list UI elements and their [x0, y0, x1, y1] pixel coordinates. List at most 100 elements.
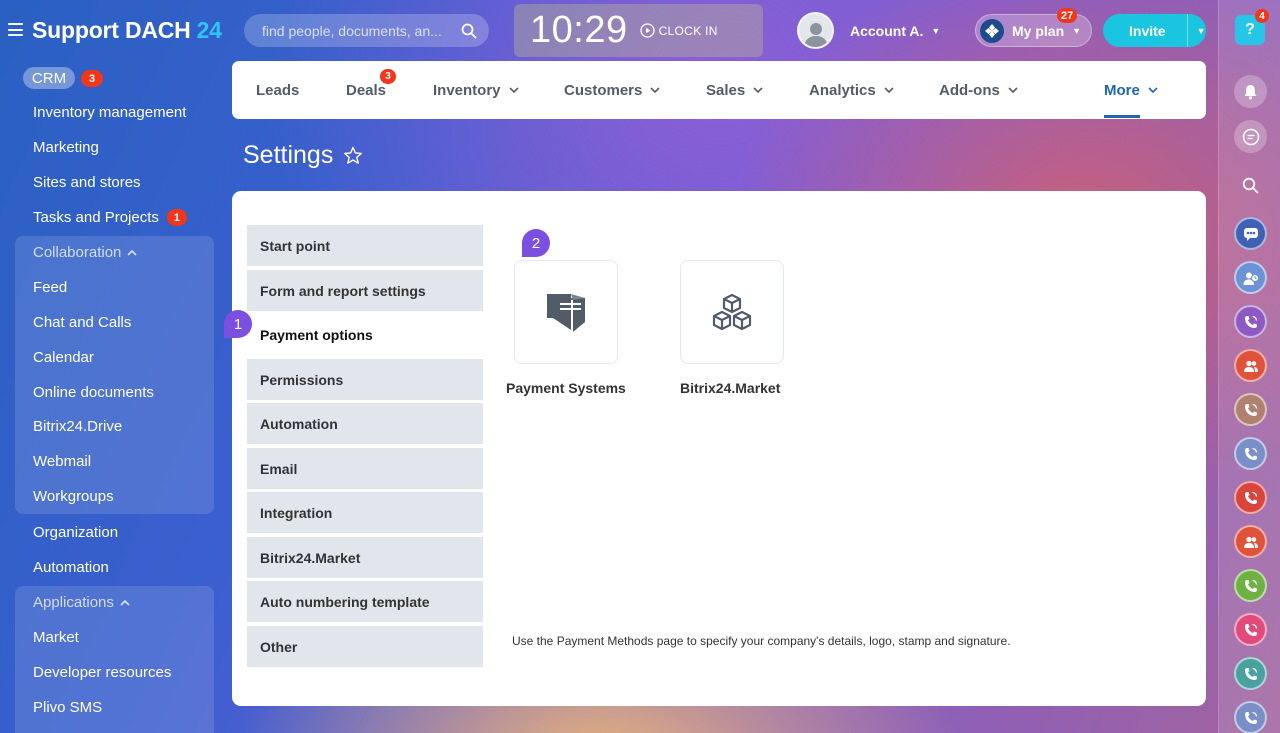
play-icon: [639, 23, 655, 38]
tab-leads[interactable]: Leads: [256, 82, 299, 99]
chat-icon: [1242, 128, 1259, 145]
tab-label: Deals: [346, 82, 387, 99]
question-icon: ?: [1245, 21, 1255, 38]
sidebar-item-label: Marketing: [33, 139, 99, 156]
settings-menu-automation[interactable]: Automation: [247, 403, 483, 444]
brand-logo[interactable]: Support DACH 24: [32, 17, 222, 44]
applications-group-title[interactable]: Applications: [33, 594, 130, 611]
search-icon[interactable]: [461, 23, 477, 39]
collaboration-group: [15, 236, 214, 514]
tab-sales[interactable]: Sales: [706, 82, 763, 99]
sidebar-item-developer-resources[interactable]: Developer resources: [33, 664, 171, 681]
contact-avatar[interactable]: [1234, 525, 1267, 558]
chevron-down-icon[interactable]: ▼: [1197, 26, 1206, 36]
tab-inventory[interactable]: Inventory: [433, 82, 519, 99]
settings-menu-form-and-report[interactable]: Form and report settings: [247, 270, 483, 311]
my-plan-badge: 27: [1057, 8, 1078, 23]
settings-menu-auto-numbering[interactable]: Auto numbering template: [247, 581, 483, 622]
chevron-up-icon: [120, 599, 130, 606]
phone-icon: [1244, 711, 1257, 724]
chat-button[interactable]: [1234, 120, 1267, 153]
settings-menu-permissions[interactable]: Permissions: [247, 359, 483, 400]
menu-item-label: Start point: [260, 237, 330, 254]
crm-label: CRM: [31, 69, 67, 87]
sidebar-item-market[interactable]: Market: [33, 629, 79, 646]
contact-avatar[interactable]: [1234, 393, 1267, 426]
chevron-down-icon: ▼: [1072, 25, 1082, 36]
account-name: Account A.: [850, 22, 924, 39]
menu-item-label: Bitrix24.Market: [260, 549, 361, 566]
contact-avatar[interactable]: [1234, 261, 1267, 294]
contact-avatar[interactable]: [1234, 349, 1267, 382]
tab-more[interactable]: More: [1104, 82, 1158, 99]
sidebar-item-online-documents[interactable]: Online documents: [33, 384, 154, 401]
collaboration-group-title[interactable]: Collaboration: [33, 244, 137, 261]
settings-panel: Start point Form and report settings Pay…: [224, 191, 1206, 706]
sidebar-item-automation[interactable]: Automation: [33, 559, 109, 576]
settings-menu-bitrix24-market[interactable]: Bitrix24.Market: [247, 537, 483, 578]
contact-avatar[interactable]: [1234, 437, 1267, 470]
sidebar-item-chat-and-calls[interactable]: Chat and Calls: [33, 314, 131, 331]
settings-menu-start-point[interactable]: Start point: [247, 225, 483, 266]
notifications-button[interactable]: [1234, 75, 1267, 108]
active-tab-indicator: [1104, 115, 1140, 118]
sidebar-item-label: Developer resources: [33, 664, 172, 681]
search-input[interactable]: [262, 22, 461, 39]
brand-number: 24: [196, 17, 222, 43]
settings-menu-email[interactable]: Email: [247, 448, 483, 489]
invite-label: Invite: [1129, 22, 1166, 39]
help-button[interactable]: ? 4: [1235, 9, 1269, 45]
sidebar-item-webmail[interactable]: Webmail: [33, 453, 91, 470]
sidebar-item-organization[interactable]: Organization: [33, 524, 118, 541]
tab-customers[interactable]: Customers: [564, 82, 660, 99]
sidebar-item-workgroups[interactable]: Workgroups: [33, 488, 114, 505]
right-panel: ? 4: [1218, 0, 1280, 733]
chevron-down-icon: [508, 87, 519, 94]
clock-in-button[interactable]: CLOCK IN: [639, 23, 718, 38]
star-icon[interactable]: [343, 146, 363, 165]
sidebar-item-marketing[interactable]: Marketing: [33, 139, 99, 156]
sidebar-item-label: Workgroups: [33, 488, 114, 505]
tab-label: Customers: [564, 82, 643, 99]
sidebar-item-feed[interactable]: Feed: [33, 279, 67, 296]
step-marker-2: 2: [522, 229, 550, 257]
sidebar-item-label: Bitrix24.Drive: [33, 418, 123, 435]
sidebar-item-sites-and-stores[interactable]: Sites and stores: [33, 174, 141, 191]
sidebar-item-calendar[interactable]: Calendar: [33, 349, 94, 366]
step-number: 2: [531, 234, 541, 252]
page-title-text: Settings: [243, 141, 334, 169]
sidebar-item-label: Webmail: [33, 453, 92, 470]
account-menu[interactable]: Account A. ▼: [797, 12, 940, 49]
payment-systems-tile[interactable]: [514, 260, 618, 364]
tab-deals[interactable]: Deals: [346, 82, 386, 99]
sidebar-item-plivo-sms[interactable]: Plivo SMS: [33, 699, 102, 716]
invite-button[interactable]: Invite ▼: [1103, 14, 1206, 47]
bitrix24-market-tile[interactable]: [680, 260, 784, 364]
menu-toggle-icon[interactable]: [8, 23, 23, 36]
my-plan-button[interactable]: My plan ▼ 27: [975, 8, 1092, 47]
payment-systems-label: Payment Systems: [506, 380, 626, 396]
contact-avatar[interactable]: [1234, 217, 1267, 250]
sidebar-item-crm[interactable]: CRM: [23, 67, 75, 89]
menu-item-label: Automation: [260, 415, 338, 432]
contact-avatar[interactable]: [1234, 613, 1267, 646]
contact-avatar[interactable]: [1234, 701, 1267, 733]
settings-menu-other[interactable]: Other: [247, 626, 483, 667]
sidebar-item-inventory-management[interactable]: Inventory management: [33, 104, 186, 121]
tab-analytics[interactable]: Analytics: [809, 82, 894, 99]
contact-avatar[interactable]: [1234, 305, 1267, 338]
sidebar-item-drive[interactable]: Bitrix24.Drive: [33, 418, 122, 435]
phone-icon: [1244, 667, 1257, 680]
sidebar-item-tasks-and-projects[interactable]: Tasks and Projects 1: [33, 209, 187, 226]
settings-menu-payment-options[interactable]: Payment options: [247, 314, 483, 355]
contact-avatar[interactable]: [1234, 481, 1267, 514]
search-button[interactable]: [1234, 169, 1267, 202]
settings-menu-integration[interactable]: Integration: [247, 492, 483, 533]
contact-avatar[interactable]: [1234, 569, 1267, 602]
payment-systems-icon: [547, 294, 585, 332]
contact-avatar[interactable]: [1234, 657, 1267, 690]
user-silhouette-icon: [803, 23, 828, 47]
tab-add-ons[interactable]: Add-ons: [939, 82, 1018, 99]
users-icon: [1243, 360, 1258, 372]
sidebar-item-label: Sites and stores: [33, 174, 141, 191]
